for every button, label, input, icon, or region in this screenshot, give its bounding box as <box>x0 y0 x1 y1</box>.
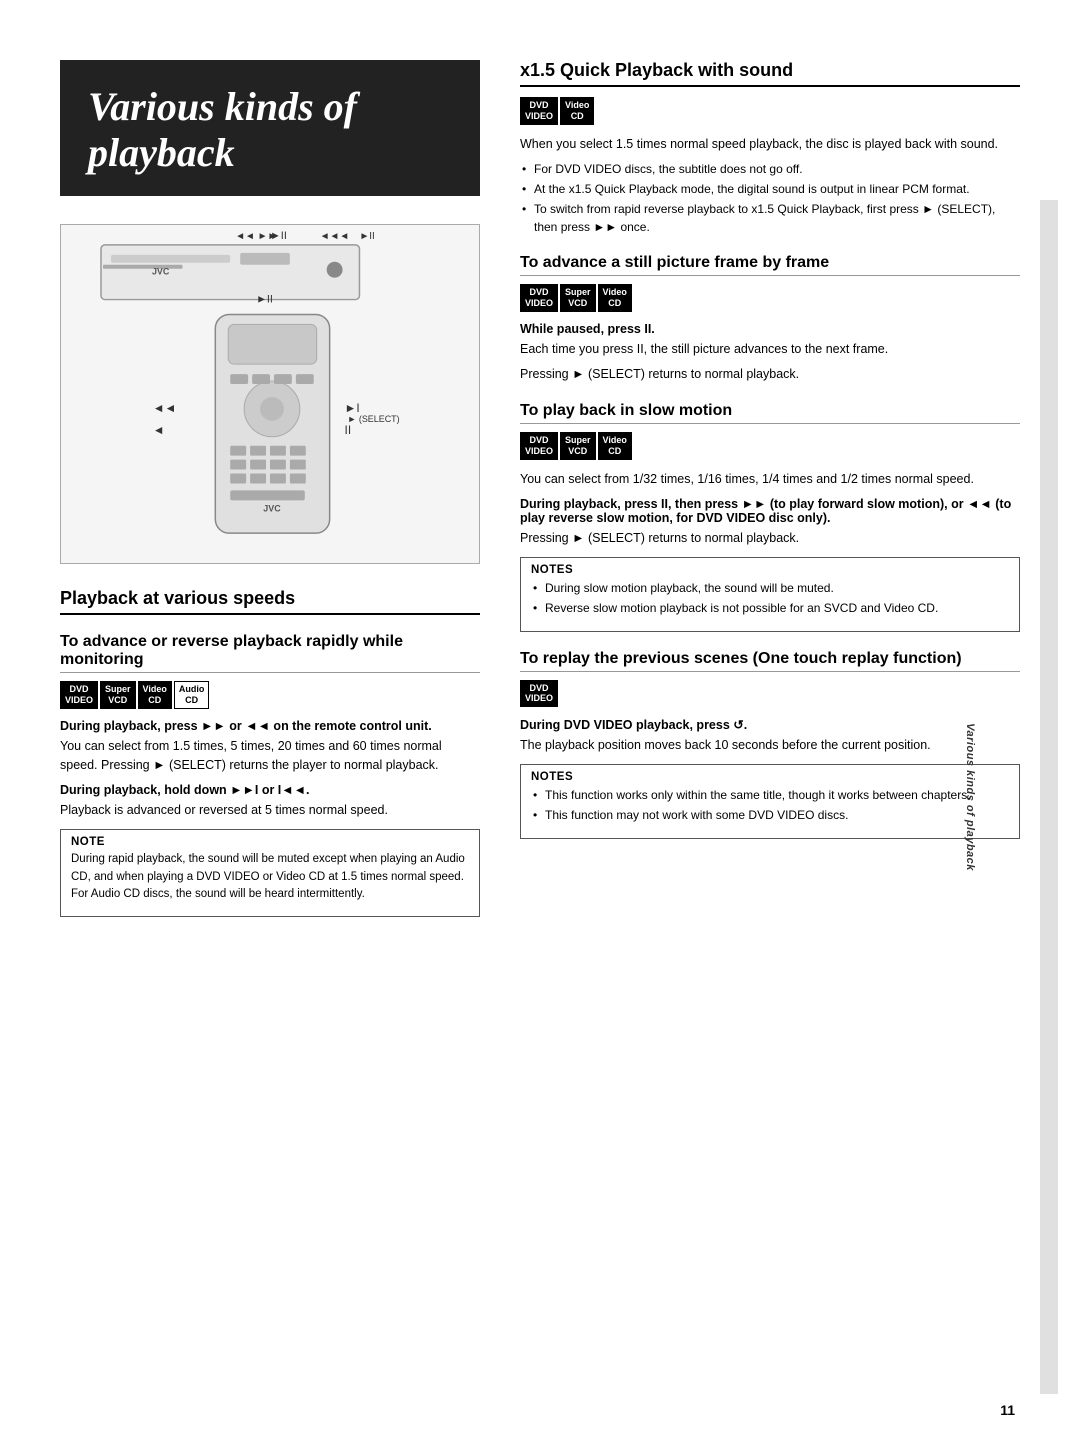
badge-super-vcd-still: Super VCD <box>560 284 596 312</box>
badge-super-vcd-slow: Super VCD <box>560 432 596 460</box>
note-text: During rapid playback, the sound will be… <box>71 851 469 904</box>
title-block: Various kinds of playback <box>60 60 480 196</box>
playback-speeds-section: Playback at various speeds To advance or… <box>60 588 480 917</box>
replay-bold: During DVD VIDEO playback, press ↺. <box>520 717 1020 732</box>
slow-motion-section: To play back in slow motion DVD VIDEO Su… <box>520 402 1020 631</box>
svg-text:◄◄◄: ◄◄◄ <box>320 231 350 242</box>
instruction1-bold: During playback, press ►► or ◄◄ on the r… <box>60 719 480 733</box>
badge-video-cd-x15: Video CD <box>560 97 594 125</box>
replay-notes-title: NOTES <box>531 771 1009 783</box>
badge-video-cd: Video CD <box>138 681 172 709</box>
svg-text:JVC: JVC <box>152 267 170 277</box>
still-bold: While paused, press II. <box>520 322 1020 336</box>
badge-dvd-still: DVD VIDEO <box>520 284 558 312</box>
device-image: JVC ►II ◄◄ ►► ►II ◄◄◄ <box>60 224 480 564</box>
svg-text:◄: ◄ <box>153 423 165 437</box>
main-layout: Various kinds of playback JVC ►II <box>60 60 1020 925</box>
x15-bullet-1: For DVD VIDEO discs, the subtitle does n… <box>520 160 1020 178</box>
slow-text2: Pressing ► (SELECT) returns to normal pl… <box>520 529 1020 548</box>
note-title: NOTE <box>71 836 469 848</box>
still-text1: Each time you press II, the still pictur… <box>520 340 1020 359</box>
x15-heading: x1.5 Quick Playback with sound <box>520 60 1020 87</box>
svg-text:◄◄: ◄◄ <box>153 401 177 415</box>
svg-text:JVC: JVC <box>263 503 281 513</box>
instruction2-bold: During playback, hold down ►►I or I◄◄. <box>60 783 480 797</box>
replay-note-2: This function may not work with some DVD… <box>531 806 1009 824</box>
svg-text:►II: ►II <box>256 294 273 306</box>
svg-text:►II: ►II <box>359 231 374 242</box>
badge-video-cd-slow: Video CD <box>598 432 632 460</box>
x15-bullet-2: At the x1.5 Quick Playback mode, the dig… <box>520 180 1020 198</box>
still-heading: To advance a still picture frame by fram… <box>520 254 1020 276</box>
x15-text: When you select 1.5 times normal speed p… <box>520 135 1020 154</box>
slow-text1: You can select from 1/32 times, 1/16 tim… <box>520 470 1020 489</box>
badge-dvd-video-x15: DVD VIDEO <box>520 97 558 125</box>
badge-audio-cd: Audio CD <box>174 681 210 709</box>
advance-badges: DVD VIDEO Super VCD Video CD Audio CD <box>60 681 480 709</box>
x15-bullet-3: To switch from rapid reverse playback to… <box>520 200 1020 236</box>
still-text2: Pressing ► (SELECT) returns to normal pl… <box>520 365 1020 384</box>
replay-badges: DVD VIDEO <box>520 680 1020 708</box>
svg-text:II: II <box>345 423 352 437</box>
left-note-box: NOTE During rapid playback, the sound wi… <box>60 829 480 917</box>
page-number: 11 <box>1000 1402 1015 1418</box>
right-column: x1.5 Quick Playback with sound DVD VIDEO… <box>520 60 1020 925</box>
device-illustration: JVC ►II ◄◄ ►► ►II ◄◄◄ <box>61 225 479 563</box>
slow-notes-list: During slow motion playback, the sound w… <box>531 579 1009 617</box>
replay-text: The playback position moves back 10 seco… <box>520 736 1020 755</box>
x15-bullet-list: For DVD VIDEO discs, the subtitle does n… <box>520 160 1020 236</box>
x15-badges: DVD VIDEO Video CD <box>520 97 1020 125</box>
sidebar-bar: Various kinds of playback <box>1040 200 1058 1394</box>
replay-note-1: This function works only within the same… <box>531 786 1009 804</box>
instruction2-text: Playback is advanced or reversed at 5 ti… <box>60 801 480 820</box>
slow-bold: During playback, press II, then press ►►… <box>520 497 1020 525</box>
badge-dvd-replay: DVD VIDEO <box>520 680 558 708</box>
page: Various kinds of playback Various kinds … <box>0 0 1080 1454</box>
slow-note-2: Reverse slow motion playback is not poss… <box>531 599 1009 617</box>
svg-text:►I: ►I <box>345 401 360 415</box>
slow-notes-title: NOTES <box>531 564 1009 576</box>
x15-section: x1.5 Quick Playback with sound DVD VIDEO… <box>520 60 1020 236</box>
playback-speeds-heading: Playback at various speeds <box>60 588 480 615</box>
replay-heading: To replay the previous scenes (One touch… <box>520 650 1020 672</box>
instruction1-text: You can select from 1.5 times, 5 times, … <box>60 737 480 776</box>
replay-section: To replay the previous scenes (One touch… <box>520 650 1020 839</box>
still-picture-section: To advance a still picture frame by fram… <box>520 254 1020 384</box>
slow-heading: To play back in slow motion <box>520 402 1020 424</box>
slow-notes-box: NOTES During slow motion playback, the s… <box>520 557 1020 632</box>
svg-text:◄◄ ►►: ◄◄ ►► <box>235 231 277 242</box>
advance-reverse-heading: To advance or reverse playback rapidly w… <box>60 633 480 673</box>
slow-badges: DVD VIDEO Super VCD Video CD <box>520 432 1020 460</box>
badge-video-cd-still: Video CD <box>598 284 632 312</box>
badge-dvd-video: DVD VIDEO <box>60 681 98 709</box>
badge-super-vcd: Super VCD <box>100 681 136 709</box>
left-column: Various kinds of playback JVC ►II <box>60 60 480 925</box>
still-badges: DVD VIDEO Super VCD Video CD <box>520 284 1020 312</box>
replay-notes-list: This function works only within the same… <box>531 786 1009 824</box>
badge-dvd-slow: DVD VIDEO <box>520 432 558 460</box>
svg-text:► (SELECT): ► (SELECT) <box>348 414 400 424</box>
replay-notes-box: NOTES This function works only within th… <box>520 764 1020 839</box>
slow-note-1: During slow motion playback, the sound w… <box>531 579 1009 597</box>
page-title: Various kinds of playback <box>88 84 452 176</box>
